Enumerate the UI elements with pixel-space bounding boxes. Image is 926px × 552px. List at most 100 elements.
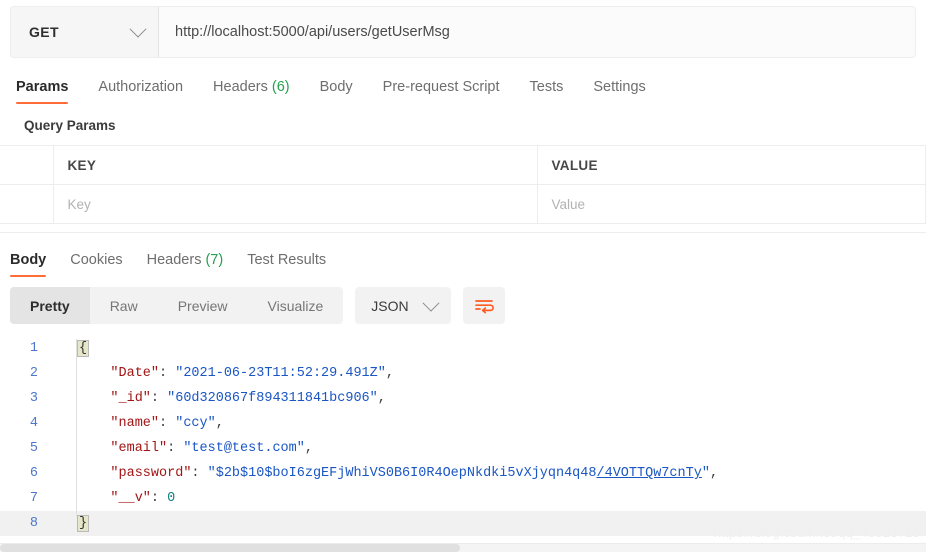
tab-label: Headers xyxy=(213,79,268,95)
json-key: "_id" xyxy=(110,391,151,406)
column-header-key: KEY xyxy=(53,145,538,185)
tab-count-badge: (7) xyxy=(201,252,224,268)
json-punctuation: : xyxy=(150,391,168,406)
view-mode-raw[interactable]: Raw xyxy=(90,287,158,324)
line-number: 7 xyxy=(29,491,38,506)
json-punctuation: , xyxy=(709,466,719,481)
tab-count-badge: (6) xyxy=(267,79,290,95)
json-punctuation xyxy=(78,466,110,481)
table-row: Key Value xyxy=(0,184,926,224)
json-punctuation: , xyxy=(377,391,386,406)
tab-label: Pre-request Script xyxy=(382,79,500,95)
request-tab-body[interactable]: Body xyxy=(320,79,353,104)
code-line-content: { xyxy=(54,336,90,361)
code-line: 6 "password": "$2b$10$boI6zgEFjWhiVS0B6I… xyxy=(0,461,926,486)
line-number: 6 xyxy=(29,466,38,481)
json-punctuation: , xyxy=(304,441,313,456)
word-wrap-icon xyxy=(474,299,494,313)
request-tabs: Params Authorization Headers (6) Body Pre-re… xyxy=(0,66,926,104)
json-link-fragment[interactable]: /4VOTTQw7cnTy xyxy=(597,466,702,481)
json-string-value: " xyxy=(701,466,710,481)
json-string-value: "$2b$10$boI6zgEFjWhiVS0B6I0R4OepNkdki5vX… xyxy=(207,466,597,481)
gutter-divider xyxy=(76,339,77,516)
param-key-input[interactable]: Key xyxy=(53,184,538,224)
json-punctuation xyxy=(78,441,110,456)
query-params-table: KEY VALUE Key Value xyxy=(0,145,926,224)
tab-label: Params xyxy=(16,79,69,95)
response-divider xyxy=(0,224,926,233)
request-tab-authorization[interactable]: Authorization xyxy=(98,79,183,104)
json-brace: { xyxy=(77,340,90,357)
json-string-value: "60d320867f894311841bc906" xyxy=(167,391,378,406)
json-punctuation xyxy=(78,491,110,506)
json-punctuation xyxy=(78,391,110,406)
request-tab-params[interactable]: Params xyxy=(16,79,69,104)
line-number: 1 xyxy=(29,341,38,356)
json-brace: } xyxy=(77,515,90,532)
json-punctuation: , xyxy=(215,416,224,431)
row-checkbox-cell[interactable] xyxy=(0,184,54,224)
line-number: 3 xyxy=(29,391,38,406)
response-tabs: Body Cookies Headers (7) Test Results xyxy=(0,241,926,277)
line-number: 8 xyxy=(29,516,38,531)
response-tab-headers[interactable]: Headers (7) xyxy=(147,252,224,277)
http-method-select[interactable]: GET xyxy=(11,7,159,57)
json-key: "email" xyxy=(110,441,168,456)
request-tab-headers[interactable]: Headers (6) xyxy=(213,79,290,104)
response-tab-body[interactable]: Body xyxy=(10,252,47,277)
view-mode-segmented-control: Pretty Raw Preview Visualize xyxy=(10,287,344,324)
code-line: 5 "email": "test@test.com", xyxy=(0,436,926,461)
response-tab-test-results[interactable]: Test Results xyxy=(247,252,326,277)
response-format-label: JSON xyxy=(371,297,409,314)
json-string-value: "2021-06-23T11:52:29.491Z" xyxy=(175,366,386,381)
view-mode-pretty[interactable]: Pretty xyxy=(10,287,90,324)
tab-label: Cookies xyxy=(70,252,123,268)
json-key: "name" xyxy=(110,416,160,431)
json-number-value: 0 xyxy=(167,491,176,506)
tab-label: Authorization xyxy=(98,79,184,95)
tab-label: Tests xyxy=(529,79,564,95)
line-number: 4 xyxy=(29,416,38,431)
table-header-row: KEY VALUE xyxy=(0,145,926,185)
chevron-down-icon xyxy=(422,294,440,312)
code-line: 7 "__v": 0 xyxy=(0,486,926,511)
json-key: "password" xyxy=(110,466,192,481)
json-punctuation xyxy=(78,416,110,431)
json-punctuation: : xyxy=(159,416,176,431)
code-line-content: "password": "$2b$10$boI6zgEFjWhiVS0B6I0R… xyxy=(54,461,718,486)
word-wrap-toggle-button[interactable] xyxy=(462,287,505,324)
code-line-content: "name": "ccy", xyxy=(54,411,224,436)
request-tab-pre-request-script[interactable]: Pre-request Script xyxy=(383,79,500,104)
json-punctuation xyxy=(78,366,110,381)
query-params-title: Query Params xyxy=(24,118,116,133)
view-mode-preview[interactable]: Preview xyxy=(158,287,248,324)
response-tab-cookies[interactable]: Cookies xyxy=(70,252,122,277)
response-body-viewer[interactable]: 1 {2 "Date": "2021-06-23T11:52:29.491Z", 3… xyxy=(0,336,926,536)
line-number: 2 xyxy=(29,366,38,381)
json-key: "Date" xyxy=(110,366,160,381)
code-line-content: "email": "test@test.com", xyxy=(54,436,313,461)
horizontal-scrollbar[interactable] xyxy=(0,543,926,552)
view-mode-visualize[interactable]: Visualize xyxy=(248,287,344,324)
code-line: 4 "name": "ccy", xyxy=(0,411,926,436)
select-all-cell[interactable] xyxy=(0,145,54,185)
code-line-content: "_id": "60d320867f894311841bc906", xyxy=(54,386,386,411)
param-value-input[interactable]: Value xyxy=(537,184,926,224)
request-url-input[interactable]: http://localhost:5000/api/users/getUserM… xyxy=(159,7,915,57)
response-format-select[interactable]: JSON xyxy=(355,287,451,324)
code-line-content: } xyxy=(54,511,90,536)
request-tab-settings[interactable]: Settings xyxy=(593,79,645,104)
response-controls: Pretty Raw Preview Visualize JSON xyxy=(0,277,926,324)
json-punctuation: , xyxy=(385,366,394,381)
json-string-value: "test@test.com" xyxy=(183,441,305,456)
request-bar: GET http://localhost:5000/api/users/getU… xyxy=(10,6,916,58)
scrollbar-thumb[interactable] xyxy=(0,544,460,552)
column-header-value: VALUE xyxy=(537,145,926,185)
tab-label: Headers xyxy=(146,252,202,268)
code-line-content: "__v": 0 xyxy=(54,486,175,511)
request-tab-tests[interactable]: Tests xyxy=(530,79,564,104)
json-string-value: "ccy" xyxy=(175,416,216,431)
json-punctuation: : xyxy=(191,466,208,481)
json-punctuation: : xyxy=(159,366,176,381)
code-line: 2 "Date": "2021-06-23T11:52:29.491Z", xyxy=(0,361,926,386)
